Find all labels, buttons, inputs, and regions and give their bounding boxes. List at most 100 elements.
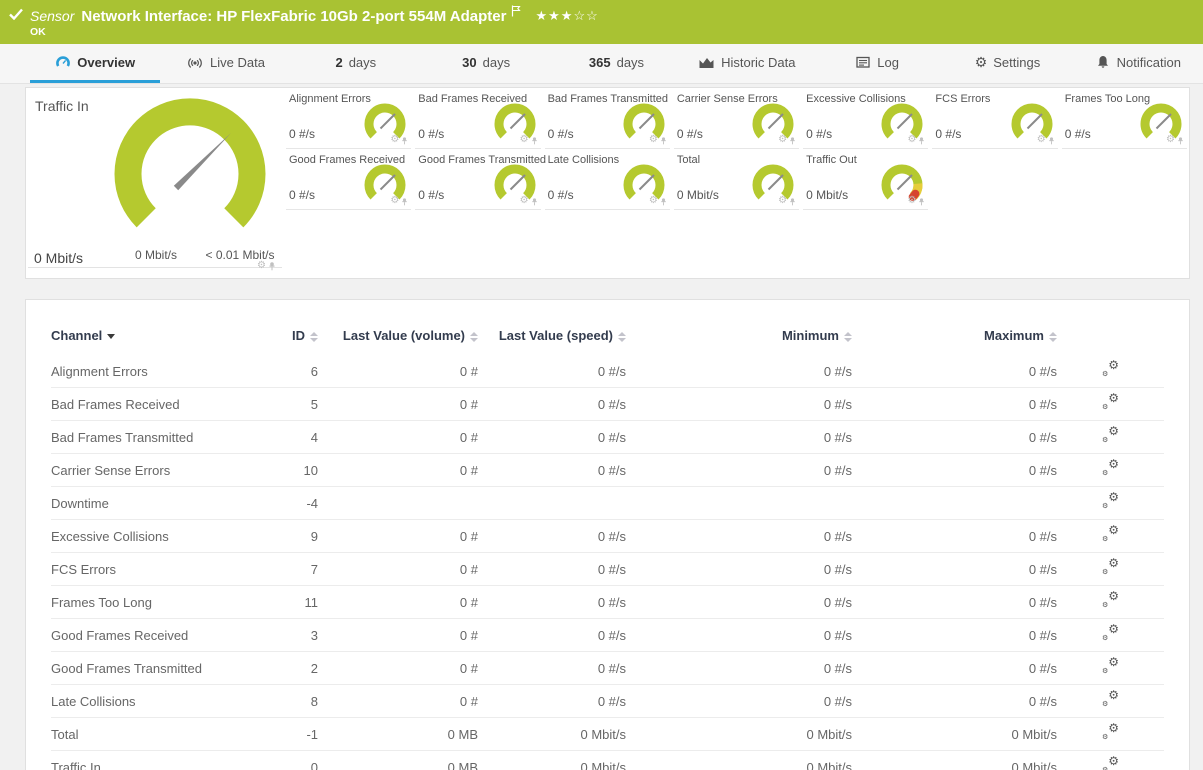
maximum-value: 0 Mbit/s <box>852 717 1057 751</box>
last-value-speed: 0 Mbit/s <box>478 750 626 770</box>
tab-number: 30 <box>462 54 477 70</box>
channel-id: 2 <box>256 651 318 685</box>
pin-icon[interactable] <box>531 137 538 145</box>
channel-settings-gear-icon[interactable]: ⚙ <box>390 196 399 206</box>
minimum-value: 0 Mbit/s <box>626 717 852 751</box>
tab-365-days[interactable]: 365 days <box>551 44 681 83</box>
column-header-last-value-speed[interactable]: Last Value (speed) <box>478 322 626 355</box>
pin-icon[interactable] <box>1048 137 1055 145</box>
column-header-minimum[interactable]: Minimum <box>626 322 852 355</box>
tab-label: Historic Data <box>721 54 796 70</box>
channel-settings-gears-icon[interactable]: ⚙⚙ <box>1102 491 1119 510</box>
traffic-in-gauge <box>114 98 266 228</box>
channel-settings-gear-icon[interactable]: ⚙ <box>520 196 529 206</box>
channel-name: Bad Frames Received <box>51 387 256 421</box>
channel-name: FCS Errors <box>51 552 256 586</box>
channel-settings-gear-icon[interactable]: ⚙ <box>907 196 916 206</box>
minimum-value: 0 #/s <box>626 387 852 421</box>
table-row: Good Frames Received 3 0 # 0 #/s 0 #/s 0… <box>51 618 1164 652</box>
last-value-speed: 0 #/s <box>478 519 626 553</box>
channel-settings-gears-icon[interactable]: ⚙⚙ <box>1102 689 1119 708</box>
gauge-title: Late Collisions <box>547 154 620 166</box>
pin-icon[interactable] <box>268 262 276 271</box>
last-value-volume: 0 MB <box>318 750 478 770</box>
column-header-maximum[interactable]: Maximum <box>852 322 1057 355</box>
channel-settings-gears-icon[interactable]: ⚙⚙ <box>1102 425 1119 444</box>
tab-label: days <box>482 54 511 70</box>
pin-icon[interactable] <box>660 137 667 145</box>
last-value-speed: 0 Mbit/s <box>478 717 626 751</box>
tab-label: days <box>348 54 377 70</box>
channel-settings-gear-icon[interactable]: ⚙ <box>907 135 916 145</box>
sort-icon <box>470 331 478 342</box>
channel-settings-gear-icon[interactable]: ⚙ <box>257 261 266 271</box>
pin-icon[interactable] <box>401 137 408 145</box>
sensor-status-bar: Sensor Network Interface: HP FlexFabric … <box>0 0 1203 44</box>
channel-name: Bad Frames Transmitted <box>51 420 256 454</box>
channel-settings-gears-icon[interactable]: ⚙⚙ <box>1102 755 1119 770</box>
tab-live-data[interactable]: Live Data <box>160 44 290 83</box>
tab-label: days <box>616 54 645 70</box>
gauge-current-value: 0 #/s <box>1064 127 1091 141</box>
pin-icon[interactable] <box>531 198 538 206</box>
channel-settings-gears-icon[interactable]: ⚙⚙ <box>1102 623 1119 642</box>
channel-settings-gears-icon[interactable]: ⚙⚙ <box>1102 392 1119 411</box>
priority-stars[interactable]: ★★★☆☆ <box>535 8 598 24</box>
channel-settings-gears-icon[interactable]: ⚙⚙ <box>1102 524 1119 543</box>
column-header-last-value-volume[interactable]: Last Value (volume) <box>318 322 478 355</box>
channel-name: Excessive Collisions <box>51 519 256 553</box>
tab-overview[interactable]: Overview <box>30 44 161 83</box>
tab-notification[interactable]: Notification <box>1073 44 1203 83</box>
minimum-value: 0 #/s <box>626 651 852 685</box>
channel-settings-gear-icon[interactable]: ⚙ <box>649 196 658 206</box>
last-value-volume: 0 # <box>318 420 478 454</box>
channel-settings-gears-icon[interactable]: ⚙⚙ <box>1102 722 1119 741</box>
column-header-id[interactable]: ID <box>256 322 318 355</box>
gear-icon: ⚙ <box>974 54 988 70</box>
tab-label: Overview <box>77 54 136 70</box>
channel-settings-gear-icon[interactable]: ⚙ <box>1166 135 1175 145</box>
tab-30-days[interactable]: 30 days <box>421 44 551 83</box>
tab-settings[interactable]: ⚙ Settings <box>942 44 1072 83</box>
table-row: Bad Frames Received 5 0 # 0 #/s 0 #/s 0 … <box>51 387 1164 421</box>
channel-settings-gear-icon[interactable]: ⚙ <box>390 135 399 145</box>
pin-icon[interactable] <box>401 198 408 206</box>
channel-settings-gear-icon[interactable]: ⚙ <box>520 135 529 145</box>
last-value-volume: 0 MB <box>318 717 478 751</box>
channel-settings-gears-icon[interactable]: ⚙⚙ <box>1102 656 1119 675</box>
table-row: Excessive Collisions 9 0 # 0 #/s 0 #/s 0… <box>51 519 1164 553</box>
pin-icon[interactable] <box>1177 137 1184 145</box>
tab-2-days[interactable]: 2 days <box>291 44 421 83</box>
channel-settings-gears-icon[interactable]: ⚙⚙ <box>1102 557 1119 576</box>
last-value-speed: 0 #/s <box>478 552 626 586</box>
gauges-panel: Traffic In 0 Mbit/s < 0.01 Mbit/s ⚙ 0 Mb… <box>25 87 1190 279</box>
pin-icon[interactable] <box>918 198 925 206</box>
gauge-title: Traffic In <box>35 98 89 114</box>
channel-settings-gears-icon[interactable]: ⚙⚙ <box>1102 458 1119 477</box>
gauge-current-value: 0 Mbit/s <box>34 250 84 266</box>
gauge-tile-traffic-out: Traffic Out 0 Mbit/s ⚙ <box>803 149 929 210</box>
channel-settings-gears-icon[interactable]: ⚙⚙ <box>1102 359 1119 378</box>
priority-flag-icon[interactable] <box>511 4 522 22</box>
gauge-icon <box>56 56 71 67</box>
pin-icon[interactable] <box>918 137 925 145</box>
channel-name: Traffic In <box>51 750 256 770</box>
channel-settings-gear-icon[interactable]: ⚙ <box>1037 135 1046 145</box>
tab-label: Log <box>877 54 899 70</box>
channel-settings-gears-icon[interactable]: ⚙⚙ <box>1102 590 1119 609</box>
column-header-channel[interactable]: Channel <box>51 322 256 355</box>
pin-icon[interactable] <box>789 137 796 145</box>
gauge-tile-good-frames-received: Good Frames Received 0 #/s ⚙ <box>286 149 412 210</box>
tab-log[interactable]: Log <box>812 44 942 83</box>
pin-icon[interactable] <box>789 198 796 206</box>
tab-historic-data[interactable]: Historic Data <box>682 44 812 83</box>
maximum-value: 0 #/s <box>852 387 1057 421</box>
table-row: FCS Errors 7 0 # 0 #/s 0 #/s 0 #/s ⚙ ⚙ <box>51 552 1164 586</box>
last-value-volume: 0 # <box>318 651 478 685</box>
minimum-value <box>626 486 852 520</box>
minimum-value: 0 #/s <box>626 420 852 454</box>
pin-icon[interactable] <box>660 198 667 206</box>
channel-settings-gear-icon[interactable]: ⚙ <box>649 135 658 145</box>
channel-settings-gear-icon[interactable]: ⚙ <box>778 135 787 145</box>
channel-settings-gear-icon[interactable]: ⚙ <box>778 196 787 206</box>
